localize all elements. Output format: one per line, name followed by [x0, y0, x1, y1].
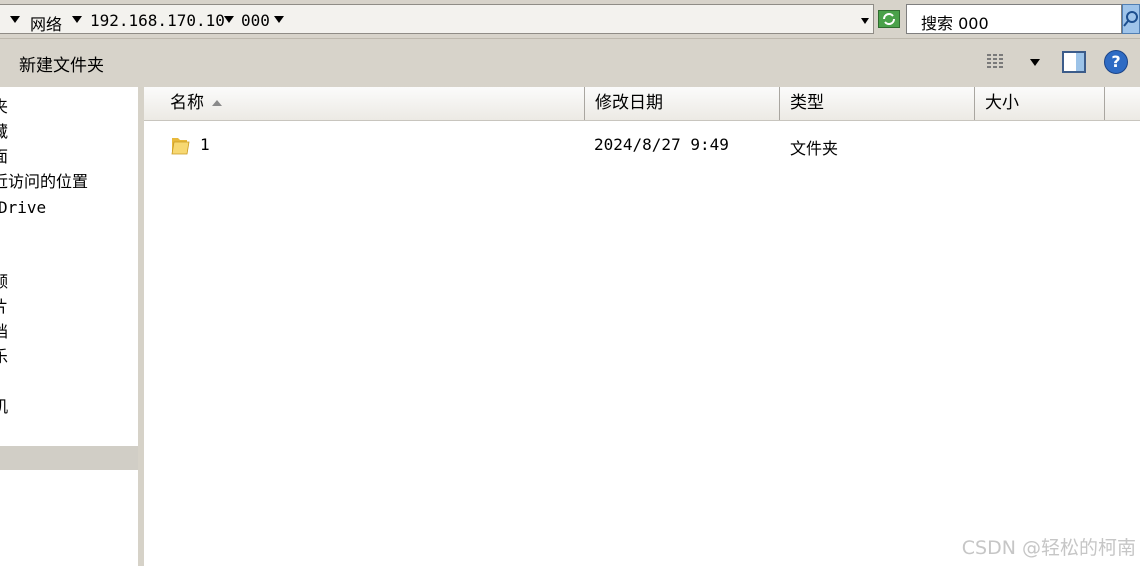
breadcrumb-share[interactable]: 000: [241, 11, 270, 30]
column-header-modified[interactable]: 修改日期: [585, 87, 780, 120]
file-modified: 2024/8/27 9:49: [594, 135, 729, 154]
column-header-row: 名称 修改日期 类型 大小: [144, 87, 1140, 121]
column-header-size-label: 大小: [985, 93, 1019, 113]
search-input-text: 搜索 000: [921, 14, 989, 33]
preview-pane-icon[interactable]: [1062, 51, 1086, 73]
nav-item-music[interactable]: 乐: [0, 346, 8, 368]
nav-item-downloads[interactable]: 藏: [0, 121, 8, 143]
refresh-icon[interactable]: [878, 10, 900, 28]
sort-ascending-icon: [212, 100, 222, 106]
address-field[interactable]: 网络 192.168.170.10 000: [0, 4, 874, 34]
nav-item-recent-places[interactable]: 近访问的位置: [0, 171, 88, 193]
file-list-pane: 名称 修改日期 类型 大小 1 2024/8/27 9:49 文件夹: [144, 87, 1140, 566]
nav-item-favorites[interactable]: 夹: [0, 96, 8, 118]
command-toolbar: 新建文件夹 ?: [0, 39, 1140, 87]
nav-item-computer[interactable]: 机: [0, 396, 8, 418]
chevron-down-icon[interactable]: [274, 16, 284, 23]
watermark-text: CSDN @轻松的柯南: [961, 537, 1136, 559]
views-icon[interactable]: [986, 52, 1008, 72]
chevron-down-icon[interactable]: [10, 16, 20, 23]
column-header-name-label: 名称: [170, 93, 204, 113]
chevron-down-icon[interactable]: [1030, 59, 1040, 66]
new-folder-button[interactable]: 新建文件夹: [19, 51, 104, 76]
chevron-down-icon[interactable]: [72, 16, 82, 23]
column-header-type[interactable]: 类型: [780, 87, 975, 120]
breadcrumb-network[interactable]: 网络: [30, 11, 62, 35]
column-header-modified-label: 修改日期: [595, 93, 663, 113]
chevron-down-icon[interactable]: [224, 16, 234, 23]
file-row[interactable]: 1 2024/8/27 9:49 文件夹: [144, 131, 1140, 159]
help-icon[interactable]: ?: [1104, 50, 1128, 74]
navigation-pane: 夹 藏 面 近访问的位置 Drive 频 片 档 乐 机: [0, 87, 138, 566]
column-header-type-label: 类型: [790, 93, 824, 113]
nav-item-drive[interactable]: Drive: [0, 197, 46, 219]
folder-icon: [171, 138, 190, 155]
breadcrumb-host[interactable]: 192.168.170.10: [90, 11, 225, 30]
nav-item-desktop[interactable]: 面: [0, 146, 8, 168]
search-input[interactable]: 搜索 000: [906, 4, 1122, 34]
nav-item-documents[interactable]: 档: [0, 321, 8, 343]
address-bar-area: 网络 192.168.170.10 000 搜索 000: [0, 0, 1140, 39]
column-header-name[interactable]: 名称: [144, 87, 585, 120]
column-header-size[interactable]: 大小: [975, 87, 1105, 120]
nav-item-network-selected[interactable]: [0, 446, 138, 470]
nav-item-pictures[interactable]: 片: [0, 296, 8, 318]
search-icon[interactable]: [1122, 4, 1140, 34]
file-name[interactable]: 1: [200, 135, 210, 154]
nav-item-videos[interactable]: 频: [0, 271, 8, 293]
file-type: 文件夹: [790, 139, 839, 158]
history-dropdown-icon[interactable]: [861, 18, 869, 24]
